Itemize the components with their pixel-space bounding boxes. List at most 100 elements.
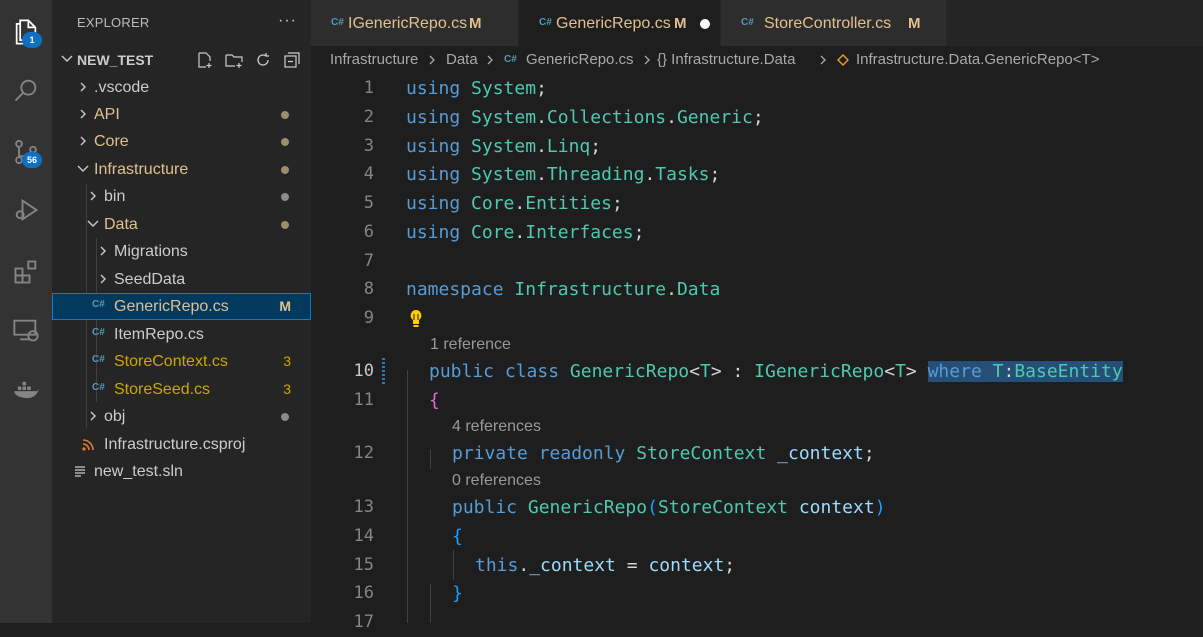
code-line: 15 this._context = context; xyxy=(311,551,1203,580)
chevron-right-icon xyxy=(487,55,493,65)
chevron-right-icon xyxy=(90,191,96,201)
breadcrumb-item[interactable]: {} Infrastructure.Data xyxy=(657,46,795,74)
new-folder-button[interactable] xyxy=(223,49,244,70)
run-debug-button[interactable] xyxy=(0,186,52,234)
tree-item-sln[interactable]: new_test.sln xyxy=(52,458,311,485)
problem-count-badge: 3 xyxy=(283,353,291,369)
explorer-sidebar: EXPLORER ··· NEW_TEST .vscode API Core I… xyxy=(52,0,311,623)
codelens-references[interactable]: 1 reference xyxy=(430,332,511,358)
code-text: using System.Linq; xyxy=(406,136,602,157)
modified-dot xyxy=(281,413,289,421)
code-text: using System.Collections.Generic; xyxy=(406,107,764,128)
explorer-badge: 1 xyxy=(22,32,42,48)
explorer-title: EXPLORER xyxy=(77,15,150,30)
remote-explorer-icon xyxy=(13,319,39,342)
code-text: public class GenericRepo<T> : IGenericRe… xyxy=(429,361,1123,382)
modified-dot xyxy=(281,221,289,229)
code-text: using Core.Interfaces; xyxy=(406,222,645,243)
chevron-down-icon xyxy=(61,55,73,62)
tree-item-data[interactable]: Data xyxy=(52,211,311,238)
code-line: 5 using Core.Entities; xyxy=(311,189,1203,218)
line-number: 14 xyxy=(353,526,374,546)
tree-item-label: Infrastructure xyxy=(94,161,189,178)
tree-item-storeseed[interactable]: C# StoreSeed.cs 3 xyxy=(52,376,311,403)
line-number: 5 xyxy=(363,193,374,213)
tree-item-storecontext[interactable]: C# StoreContext.cs 3 xyxy=(52,348,311,375)
code-line: 1 using System; xyxy=(311,74,1203,103)
breadcrumb-item[interactable]: Data xyxy=(446,46,478,74)
tree-item-core[interactable]: Core xyxy=(52,128,311,155)
refresh-icon xyxy=(256,52,269,66)
chevron-right-icon xyxy=(80,109,86,119)
code-line: 6 using Core.Interfaces; xyxy=(311,218,1203,247)
tree-item-label: GenericRepo.cs xyxy=(114,298,229,315)
tab-modified-badge: M xyxy=(674,15,687,32)
chevron-right-icon xyxy=(80,136,86,146)
explorer-button[interactable]: 1 xyxy=(0,8,52,56)
code-text: using System; xyxy=(406,78,547,99)
project-name: NEW_TEST xyxy=(77,52,154,68)
tree-item-migrations[interactable]: Migrations xyxy=(52,238,311,265)
tree-item-label: bin xyxy=(104,188,126,205)
breadcrumb-item[interactable]: Infrastructure xyxy=(330,46,418,74)
tree-item-api[interactable]: API xyxy=(52,101,311,128)
tree-item-itemrepo[interactable]: C# ItemRepo.cs xyxy=(52,321,311,348)
tab-genericrepo[interactable]: C# GenericRepo.cs M xyxy=(519,0,721,46)
tree-item-bin[interactable]: bin xyxy=(52,183,311,210)
tree-item-obj[interactable]: obj xyxy=(52,403,311,430)
more-actions-button[interactable]: ··· xyxy=(278,0,297,46)
tree-item-label: Migrations xyxy=(114,243,188,260)
remote-explorer-button[interactable] xyxy=(0,306,52,354)
tree-item-csproj[interactable]: Infrastructure.csproj xyxy=(52,431,311,458)
tree-item-label: ItemRepo.cs xyxy=(114,326,204,343)
csharp-file-icon: C# xyxy=(741,17,754,28)
line-number: 9 xyxy=(363,308,374,328)
tab-modified-badge: M xyxy=(908,15,921,32)
code-text: } xyxy=(452,583,463,604)
project-header[interactable]: NEW_TEST xyxy=(52,46,311,74)
code-line: 13 public GenericRepo(StoreContext conte… xyxy=(311,493,1203,522)
line-number: 15 xyxy=(353,555,374,575)
tree-item-label: SeedData xyxy=(114,271,186,288)
line-number: 2 xyxy=(363,107,374,127)
extensions-button[interactable] xyxy=(0,248,52,296)
lightbulb-icon[interactable] xyxy=(408,308,424,330)
codelens-references[interactable]: 0 references xyxy=(452,468,541,494)
tab-storecontroller[interactable]: C# StoreController.cs M xyxy=(721,0,947,46)
run-debug-icon xyxy=(15,198,39,222)
code-text: private readonly StoreContext _context; xyxy=(452,443,875,464)
tab-igenericrepo[interactable]: C# IGenericRepo.cs M xyxy=(311,0,519,46)
git-status-badge: M xyxy=(279,298,291,314)
tree-item-seeddata[interactable]: SeedData xyxy=(52,266,311,293)
csharp-file-icon: C# xyxy=(92,327,105,338)
chevron-right-icon xyxy=(100,274,106,284)
chevron-right-icon xyxy=(644,55,650,65)
docker-button[interactable] xyxy=(0,366,52,414)
line-number: 16 xyxy=(353,583,374,603)
refresh-button[interactable] xyxy=(252,49,273,70)
problem-count-badge: 3 xyxy=(283,381,291,397)
tree-item-label: Core xyxy=(94,133,129,150)
source-control-badge: 56 xyxy=(22,152,42,168)
tree-item-label: API xyxy=(94,106,120,123)
chevron-right-icon xyxy=(80,82,86,92)
modified-dot xyxy=(281,138,289,146)
tree-item-genericrepo[interactable]: C# GenericRepo.cs M xyxy=(52,293,311,320)
search-button[interactable] xyxy=(0,66,52,114)
unsaved-dot-icon[interactable] xyxy=(700,19,710,29)
code-editor[interactable]: 1 using System; 2 using System.Collectio… xyxy=(311,74,1203,632)
code-line: 12 private readonly StoreContext _contex… xyxy=(311,439,1203,468)
collapse-all-button[interactable] xyxy=(281,49,302,70)
tree-item-infrastructure[interactable]: Infrastructure xyxy=(52,156,311,183)
new-file-button[interactable] xyxy=(194,49,215,70)
search-icon xyxy=(14,79,37,102)
tab-label: IGenericRepo.cs xyxy=(348,15,468,32)
breadcrumb-item[interactable]: GenericRepo.cs xyxy=(526,46,634,74)
source-control-button[interactable]: 56 xyxy=(0,128,52,176)
chevron-right-icon xyxy=(820,55,826,65)
tree-item-vscode[interactable]: .vscode xyxy=(52,74,311,101)
codelens-references[interactable]: 4 references xyxy=(452,414,541,440)
breadcrumb-item[interactable]: Infrastructure.Data.GenericRepo<T> xyxy=(856,46,1099,74)
code-text: using Core.Entities; xyxy=(406,193,623,214)
tab-modified-badge: M xyxy=(469,15,482,32)
